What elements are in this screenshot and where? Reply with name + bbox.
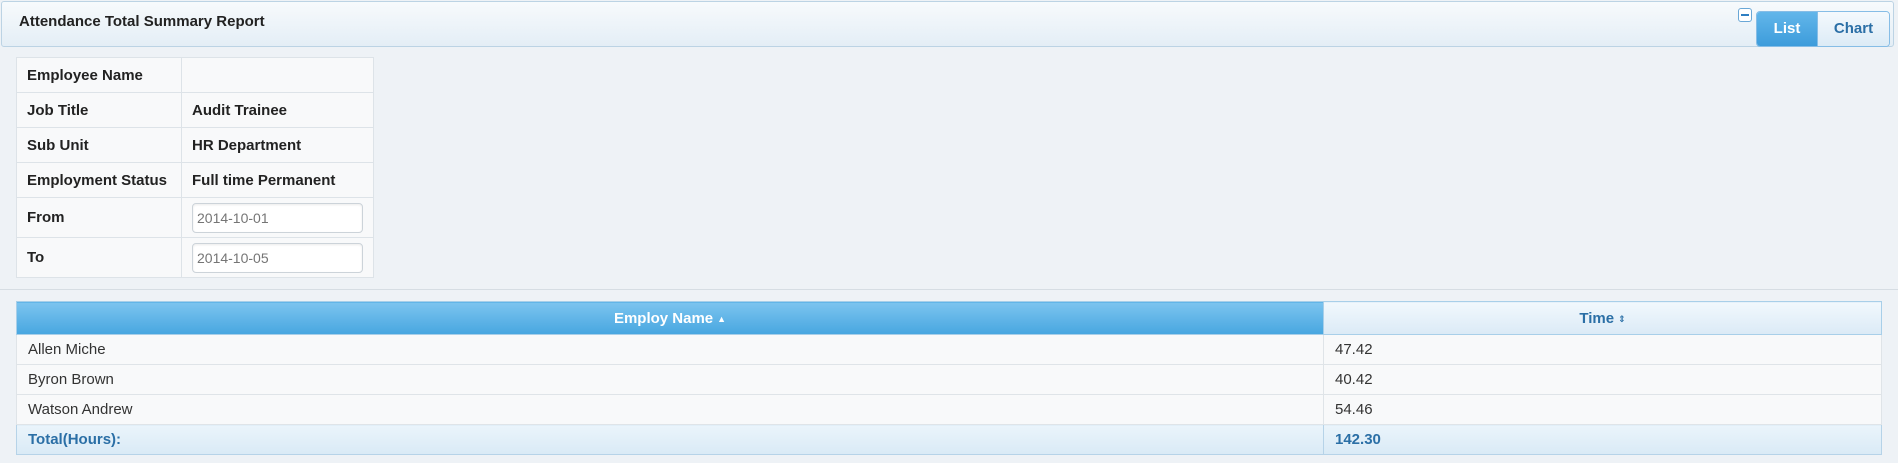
column-header-employ-name[interactable]: Employ Name ▲ <box>16 301 1324 335</box>
total-value: 142.30 <box>1323 424 1882 455</box>
employee-name-cell: Byron Brown <box>16 364 1324 395</box>
total-row: Total(Hours): 142.30 <box>16 424 1882 455</box>
table-header-row: Employ Name ▲ Time ⇕ <box>16 301 1882 335</box>
filter-row-from: From <box>16 197 374 238</box>
column-header-time[interactable]: Time ⇕ <box>1323 301 1882 335</box>
to-cell <box>181 237 374 278</box>
page-title: Attendance Total Summary Report <box>19 13 265 30</box>
sub-unit-value: HR Department <box>181 127 374 163</box>
employee-name-value <box>181 57 374 93</box>
total-label: Total(Hours): <box>16 424 1324 455</box>
view-toggle: List Chart <box>1756 11 1890 47</box>
employee-name-cell: Watson Andrew <box>16 394 1324 425</box>
list-view-button[interactable]: List <box>1757 12 1818 46</box>
to-label: To <box>16 237 182 278</box>
sort-both-icon: ⇕ <box>1618 313 1626 324</box>
minus-icon[interactable] <box>1738 8 1752 22</box>
time-cell: 54.46 <box>1323 394 1882 425</box>
filter-row-job-title: Job Title Audit Trainee <box>16 92 374 128</box>
time-cell: 40.42 <box>1323 364 1882 395</box>
job-title-value: Audit Trainee <box>181 92 374 128</box>
time-cell: 47.42 <box>1323 334 1882 365</box>
filter-criteria-table: Employee Name Job Title Audit Trainee Su… <box>16 57 374 278</box>
sub-unit-label: Sub Unit <box>16 127 182 163</box>
to-date-input[interactable] <box>192 242 363 273</box>
table-row: Byron Brown 40.42 <box>16 364 1882 395</box>
filter-row-sub-unit: Sub Unit HR Department <box>16 127 374 163</box>
sort-asc-icon: ▲ <box>717 313 727 324</box>
from-label: From <box>16 197 182 238</box>
table-row: Watson Andrew 54.46 <box>16 394 1882 425</box>
filter-row-employment-status: Employment Status Full time Permanent <box>16 162 374 198</box>
from-date-input[interactable] <box>192 202 363 233</box>
filter-row-employee-name: Employee Name <box>16 57 374 93</box>
employment-status-value: Full time Permanent <box>181 162 374 198</box>
job-title-label: Job Title <box>16 92 182 128</box>
report-header: Attendance Total Summary Report List Cha… <box>1 1 1894 47</box>
column-label: Employ Name <box>613 309 714 327</box>
employee-name-cell: Allen Miche <box>16 334 1324 365</box>
from-cell <box>181 197 374 238</box>
attendance-summary-table: Employ Name ▲ Time ⇕ Allen Miche 47.42 Byr… <box>16 301 1882 455</box>
chart-view-button[interactable]: Chart <box>1818 12 1889 46</box>
filter-row-to: To <box>16 237 374 278</box>
column-label: Time <box>1579 309 1615 327</box>
employment-status-label: Employment Status <box>16 162 182 198</box>
table-row: Allen Miche 47.42 <box>16 334 1882 365</box>
employee-name-label: Employee Name <box>16 57 182 93</box>
section-divider <box>0 289 1898 290</box>
